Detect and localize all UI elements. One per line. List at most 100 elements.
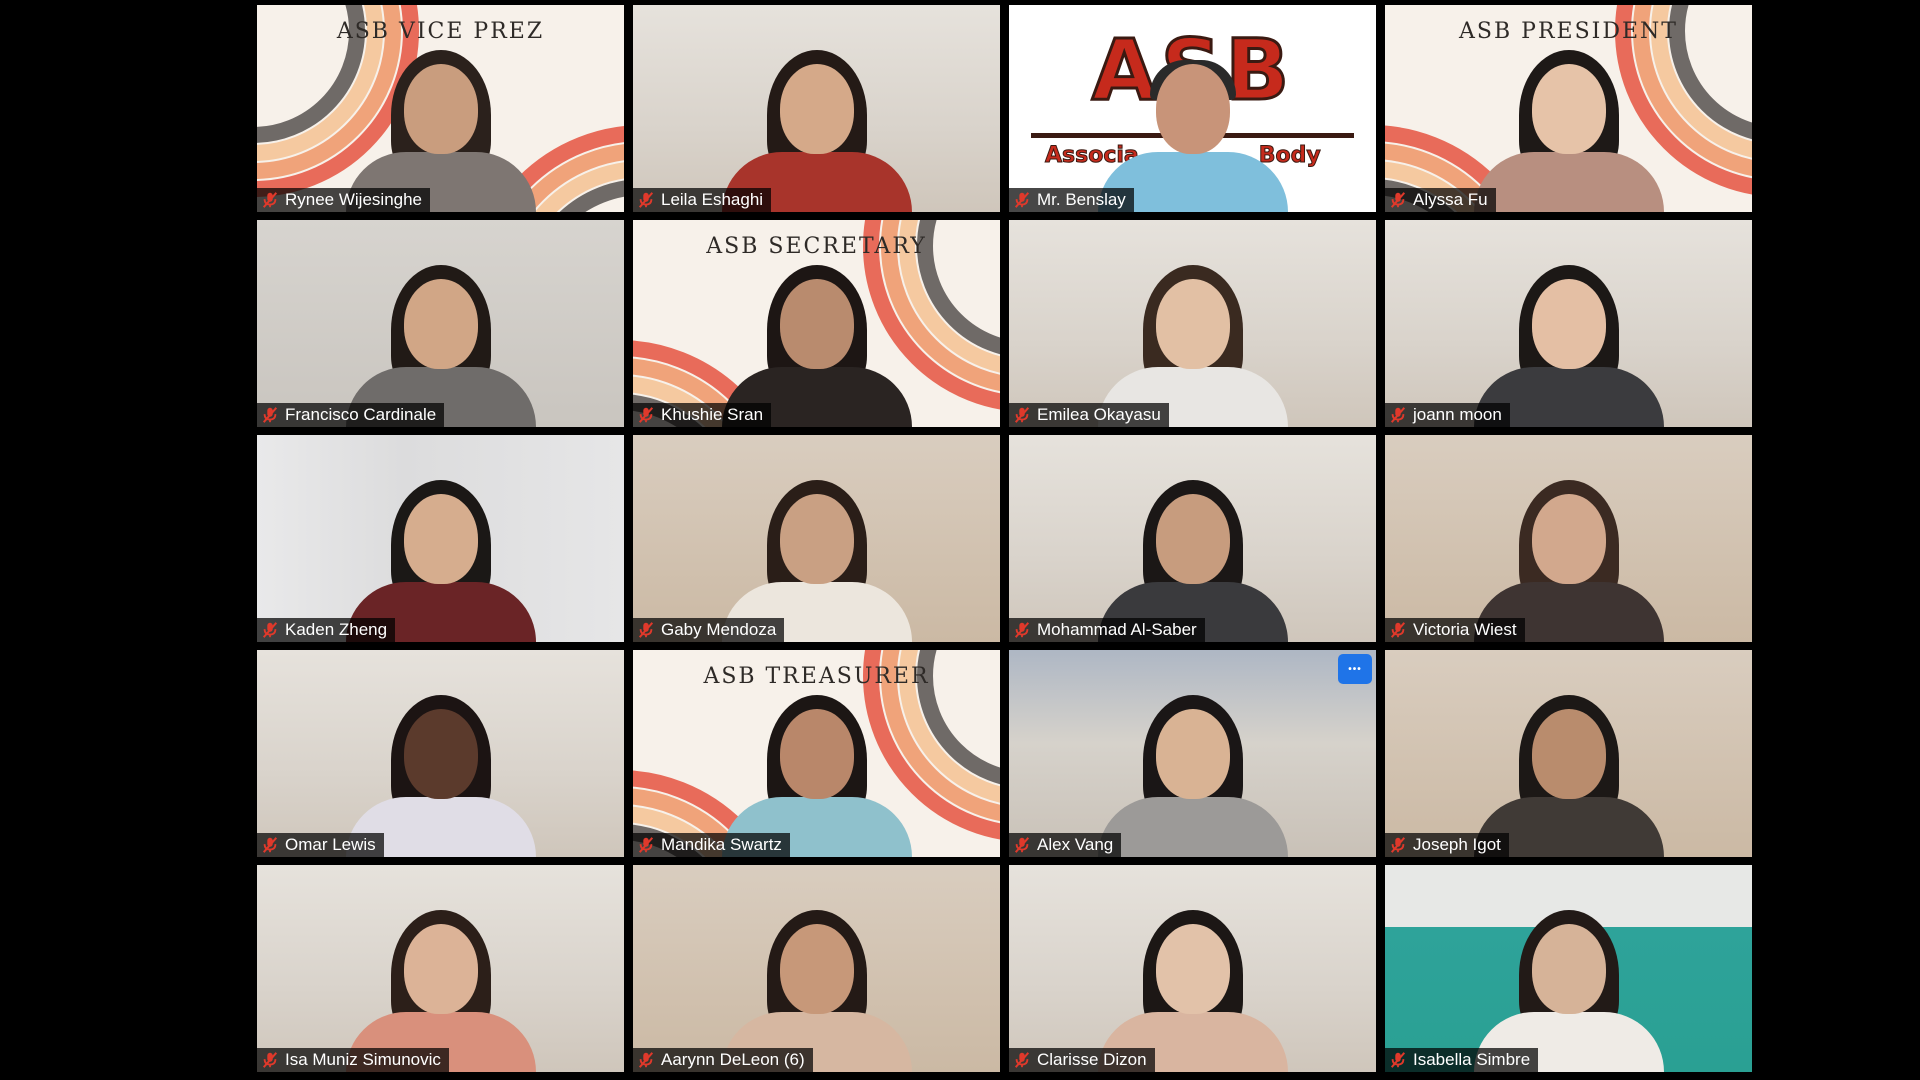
participant-name-tag: Gaby Mendoza <box>633 618 785 642</box>
face <box>1155 279 1230 369</box>
participant-video <box>1093 42 1293 212</box>
microphone-muted-icon <box>637 1051 655 1069</box>
participant-name-tag: Francisco Cardinale <box>257 403 445 427</box>
participant-tile-alyssa-fu[interactable]: ASB PRESIDENT Alyssa Fu <box>1385 5 1752 212</box>
participant-name-tag: Clarisse Dizon <box>1009 1048 1155 1072</box>
shirt <box>1097 797 1288 857</box>
participant-name: Emilea Okayasu <box>1037 405 1161 424</box>
participant-video <box>341 472 541 642</box>
microphone-muted-icon <box>261 191 279 209</box>
microphone-muted-icon <box>1389 406 1407 424</box>
participant-name-tag: Mr. Benslay <box>1009 188 1134 212</box>
participant-video <box>1093 472 1293 642</box>
participant-video <box>717 902 917 1072</box>
face <box>1155 709 1230 799</box>
participant-tile-kaden-zheng[interactable]: Kaden Zheng <box>257 435 624 642</box>
face <box>403 494 478 584</box>
participant-name-tag: Emilea Okayasu <box>1009 403 1169 427</box>
face <box>403 709 478 799</box>
microphone-muted-icon <box>1013 1051 1031 1069</box>
zoom-window: ASB VICE PREZ Rynee Wijesinghe Leila Esh… <box>0 0 1920 1080</box>
participant-name: Francisco Cardinale <box>285 405 437 424</box>
ellipsis-icon[interactable]: ••• <box>1338 654 1372 684</box>
face <box>1531 709 1606 799</box>
participant-video <box>717 257 917 427</box>
participant-video <box>1469 687 1669 857</box>
participant-tile-isabella-simbre[interactable]: Isabella Simbre <box>1385 865 1752 1072</box>
participant-name-tag: Isabella Simbre <box>1385 1048 1539 1072</box>
participant-tile-isa-muniz-simunovic[interactable]: Isa Muniz Simunovic <box>257 865 624 1072</box>
participant-video <box>1093 257 1293 427</box>
microphone-muted-icon <box>637 406 655 424</box>
face <box>403 279 478 369</box>
participant-video <box>341 42 541 212</box>
participant-name: Gaby Mendoza <box>661 620 777 639</box>
participant-video <box>1093 687 1293 857</box>
participant-video <box>717 42 917 212</box>
participant-name-tag: Mandika Swartz <box>633 833 790 857</box>
participant-tile-khushie-sran[interactable]: ASB SECRETARY Khushie Sran <box>633 220 1000 427</box>
face <box>779 709 854 799</box>
participant-tile-francisco-cardinale[interactable]: Francisco Cardinale <box>257 220 624 427</box>
title-banner: ASB SECRETARY <box>706 234 927 259</box>
participant-name: Joseph Igot <box>1413 835 1501 854</box>
participant-name-tag: joann moon <box>1385 403 1510 427</box>
microphone-muted-icon <box>1389 191 1407 209</box>
participant-video <box>717 472 917 642</box>
participant-video <box>717 687 917 857</box>
participant-tile-aarynn-deleon-6[interactable]: Aarynn DeLeon (6) <box>633 865 1000 1072</box>
gallery-grid: ASB VICE PREZ Rynee Wijesinghe Leila Esh… <box>257 5 1752 1072</box>
participant-name-tag: Joseph Igot <box>1385 833 1509 857</box>
participant-name-tag: Leila Eshaghi <box>633 188 772 212</box>
participant-name-tag: Khushie Sran <box>633 403 772 427</box>
participant-name: Khushie Sran <box>661 405 764 424</box>
participant-tile-rynee-wijesinghe[interactable]: ASB VICE PREZ Rynee Wijesinghe <box>257 5 624 212</box>
participant-tile-mr-benslay[interactable]: ASBAssociaBody Mr. Benslay <box>1009 5 1376 212</box>
participant-name-tag: Isa Muniz Simunovic <box>257 1048 449 1072</box>
participant-name-tag: Mohammad Al-Saber <box>1009 618 1205 642</box>
face <box>1155 64 1230 154</box>
participant-name-tag: Victoria Wiest <box>1385 618 1525 642</box>
microphone-muted-icon <box>1013 836 1031 854</box>
face <box>779 279 854 369</box>
participant-tile-mohammad-al-saber[interactable]: Mohammad Al-Saber <box>1009 435 1376 642</box>
participant-name: Rynee Wijesinghe <box>285 190 423 209</box>
title-banner: ASB VICE PREZ <box>336 19 545 44</box>
participant-name: Alex Vang <box>1037 835 1114 854</box>
participant-video <box>341 257 541 427</box>
participant-name: Alyssa Fu <box>1413 190 1488 209</box>
participant-name-tag: Alyssa Fu <box>1385 188 1496 212</box>
face <box>779 494 854 584</box>
participant-name: joann moon <box>1413 405 1502 424</box>
face <box>1155 494 1230 584</box>
participant-video <box>1093 902 1293 1072</box>
participant-tile-omar-lewis[interactable]: Omar Lewis <box>257 650 624 857</box>
participant-name: Leila Eshaghi <box>661 190 764 209</box>
participant-tile-gaby-mendoza[interactable]: Gaby Mendoza <box>633 435 1000 642</box>
microphone-muted-icon <box>1389 1051 1407 1069</box>
face <box>1531 494 1606 584</box>
participant-tile-joann-moon[interactable]: joann moon <box>1385 220 1752 427</box>
participant-tile-emilea-okayasu[interactable]: Emilea Okayasu <box>1009 220 1376 427</box>
participant-name: Mohammad Al-Saber <box>1037 620 1197 639</box>
microphone-muted-icon <box>1013 621 1031 639</box>
participant-tile-clarisse-dizon[interactable]: Clarisse Dizon <box>1009 865 1376 1072</box>
participant-tile-leila-eshaghi[interactable]: Leila Eshaghi <box>633 5 1000 212</box>
participant-name: Isabella Simbre <box>1413 1050 1531 1069</box>
participant-tile-alex-vang[interactable]: ••• Alex Vang <box>1009 650 1376 857</box>
participant-name: Mandika Swartz <box>661 835 782 854</box>
participant-tile-joseph-igot[interactable]: Joseph Igot <box>1385 650 1752 857</box>
microphone-muted-icon <box>261 406 279 424</box>
participant-video <box>1469 902 1669 1072</box>
microphone-muted-icon <box>637 191 655 209</box>
participant-video <box>341 687 541 857</box>
participant-name-tag: Aarynn DeLeon (6) <box>633 1048 813 1072</box>
microphone-muted-icon <box>1389 621 1407 639</box>
participant-tile-mandika-swartz[interactable]: ASB TREASURER Mandika Swartz <box>633 650 1000 857</box>
participant-name: Mr. Benslay <box>1037 190 1126 209</box>
participant-name-tag: Alex Vang <box>1009 833 1122 857</box>
face <box>1531 279 1606 369</box>
microphone-muted-icon <box>261 621 279 639</box>
participant-tile-victoria-wiest[interactable]: Victoria Wiest <box>1385 435 1752 642</box>
participant-video <box>341 902 541 1072</box>
